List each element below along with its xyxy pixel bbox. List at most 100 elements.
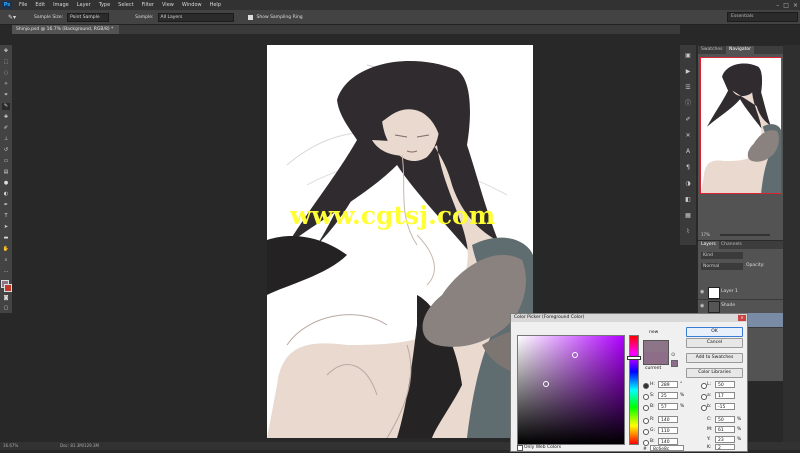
current-color-swatch[interactable] (643, 352, 669, 365)
clone-stamp-tool-icon[interactable]: ⊥ (2, 136, 10, 143)
paragraph-icon[interactable]: ¶ (683, 163, 693, 173)
healing-brush-tool-icon[interactable]: ✚ (2, 114, 10, 121)
eraser-tool-icon[interactable]: ▭ (2, 158, 10, 165)
path-select-tool-icon[interactable]: ➤ (2, 224, 10, 231)
blue-field[interactable]: 140 (658, 438, 678, 445)
blue-radio[interactable] (643, 440, 649, 446)
menu-layer[interactable]: Layer (73, 2, 95, 8)
hue-slider-handle[interactable] (627, 356, 641, 360)
only-web-colors-checkbox[interactable] (517, 445, 523, 451)
saturation-radio[interactable] (643, 394, 649, 400)
hue-slider[interactable] (627, 335, 641, 445)
minimize-icon[interactable]: – (776, 2, 779, 9)
color-field-marker[interactable] (543, 381, 549, 387)
menu-image[interactable]: Image (49, 2, 73, 8)
type-tool-icon[interactable]: T (2, 213, 10, 220)
magenta-field[interactable]: 61 (715, 426, 735, 433)
zoom-level[interactable]: 16.67% (3, 443, 18, 448)
gradient-tool-icon[interactable]: ▤ (2, 169, 10, 176)
layer-filter-kind[interactable]: Kind (701, 252, 743, 259)
menu-view[interactable]: View (158, 2, 178, 8)
web-safe-cube-icon[interactable] (671, 360, 678, 367)
history-brush-tool-icon[interactable]: ↺ (2, 147, 10, 154)
black-field[interactable]: 2 (715, 444, 735, 451)
dodge-tool-icon[interactable]: ◐ (2, 191, 10, 198)
history-icon[interactable]: ▣ (683, 51, 693, 61)
actions-icon[interactable]: ▶ (683, 67, 693, 77)
menu-filter[interactable]: Filter (138, 2, 158, 8)
yellow-field[interactable]: 23 (715, 436, 735, 443)
red-field[interactable]: 140 (658, 416, 678, 423)
lightness-field[interactable]: 50 (715, 381, 735, 388)
lab-b-field[interactable]: -15 (715, 403, 735, 410)
tab-swatches[interactable]: Swatches (698, 46, 726, 54)
blend-mode-select[interactable]: Normal (701, 263, 743, 270)
visibility-eye-icon[interactable]: ◉ (700, 289, 704, 295)
saturation-brightness-field[interactable] (517, 335, 625, 445)
menu-window[interactable]: Window (178, 2, 206, 8)
layer-row[interactable]: ◉ Layer 1 (698, 285, 783, 300)
brightness-radio[interactable] (643, 405, 649, 411)
green-radio[interactable] (643, 429, 649, 435)
properties-icon[interactable]: ☰ (683, 83, 693, 93)
sample-size-select[interactable]: Point Sample (67, 12, 110, 22)
marquee-tool-icon[interactable]: ⬚ (2, 59, 10, 66)
green-field[interactable]: 110 (658, 427, 678, 434)
pen-tool-icon[interactable]: ✒ (2, 202, 10, 209)
menu-edit[interactable]: Edit (31, 2, 49, 8)
workspace-select[interactable]: Essentials (727, 12, 798, 22)
zoom-tool-icon[interactable]: ⌕ (2, 257, 10, 264)
document-canvas[interactable] (267, 45, 533, 438)
color-icon[interactable]: ◑ (683, 179, 693, 189)
dialog-close-icon[interactable]: × (738, 315, 746, 321)
hex-field[interactable]: 8c6e8c (650, 445, 684, 452)
tab-layers[interactable]: Layers (698, 241, 719, 249)
document-tab[interactable]: Shinjo.psd @ 16.7% (Background, RGB/8) * (12, 25, 120, 34)
lasso-tool-icon[interactable]: ◌ (2, 70, 10, 77)
more-tools-icon[interactable]: … (2, 268, 10, 275)
close-icon[interactable]: × (793, 2, 798, 9)
hue-field[interactable]: 289 (658, 381, 678, 388)
color-field-marker[interactable] (572, 352, 578, 358)
navigator-zoom-slider[interactable] (720, 234, 770, 236)
tab-channels[interactable]: Channels (718, 241, 745, 249)
adjustments-icon[interactable]: ◧ (683, 195, 693, 205)
crop-tool-icon[interactable]: ⌗ (2, 92, 10, 99)
hue-radio[interactable] (643, 383, 649, 389)
sample-select[interactable]: All Layers (157, 12, 234, 22)
saturation-field[interactable]: 25 (658, 392, 678, 399)
blur-tool-icon[interactable]: ● (2, 180, 10, 187)
navigator-thumbnail[interactable] (700, 57, 782, 194)
a-field[interactable]: 17 (715, 392, 735, 399)
tab-navigator[interactable]: Navigator (726, 46, 755, 54)
screen-mode-icon[interactable]: ▢ (2, 305, 10, 312)
menu-file[interactable]: File (15, 2, 31, 8)
brush-presets-icon[interactable]: ✐ (683, 115, 693, 125)
styles-icon[interactable]: ▦ (683, 211, 693, 221)
eyedropper-preset-icon[interactable]: ✎▾ (8, 14, 16, 21)
hand-tool-icon[interactable]: ✋ (2, 246, 10, 253)
info-icon[interactable]: ⓘ (683, 99, 693, 109)
menu-type[interactable]: Type (95, 2, 114, 8)
menu-select[interactable]: Select (114, 2, 137, 8)
eyedropper-tool-icon[interactable]: ✎ (2, 103, 10, 110)
show-sampling-ring-checkbox[interactable] (247, 14, 253, 20)
layer-row[interactable]: ◉ Shade (698, 299, 783, 314)
paths-icon[interactable]: ⌇ (683, 227, 693, 237)
red-radio[interactable] (643, 418, 649, 424)
brightness-field[interactable]: 57 (658, 403, 678, 410)
quick-select-tool-icon[interactable]: ✧ (2, 81, 10, 88)
quick-mask-icon[interactable]: ◙ (2, 295, 10, 302)
maximize-icon[interactable]: □ (783, 2, 789, 9)
cancel-button[interactable]: Cancel (686, 338, 743, 348)
ok-button[interactable]: OK (686, 327, 743, 337)
cyan-field[interactable]: 50 (715, 416, 735, 423)
background-color-swatch[interactable] (4, 284, 12, 292)
shape-tool-icon[interactable]: ▬ (2, 235, 10, 242)
out-of-gamut-icon[interactable]: ⊙ (671, 352, 675, 358)
tool-presets-icon[interactable]: ✕ (683, 131, 693, 141)
visibility-eye-icon[interactable]: ◉ (700, 303, 704, 309)
color-libraries-button[interactable]: Color Libraries (686, 368, 743, 378)
brush-tool-icon[interactable]: ✐ (2, 125, 10, 132)
add-to-swatches-button[interactable]: Add to Swatches (686, 353, 743, 363)
